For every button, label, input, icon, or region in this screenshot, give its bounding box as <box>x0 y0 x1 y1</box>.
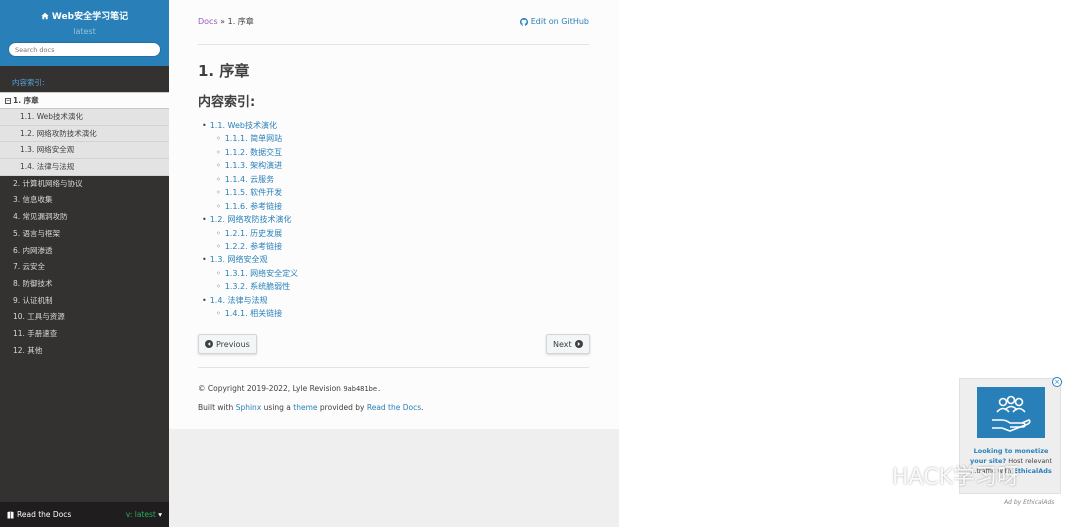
toc-subitem[interactable]: 1.4.1. 相关链接 <box>202 307 298 320</box>
sidebar-subitem[interactable]: 1.1. Web技术演化 <box>0 109 169 126</box>
sidebar-item-label: 1. 序章 <box>13 96 39 105</box>
toc-subitem[interactable]: 1.2.2. 参考链接 <box>202 240 298 253</box>
close-icon[interactable]: × <box>1052 377 1062 387</box>
sidebar-item[interactable]: 3. 信息收集 <box>0 192 169 209</box>
toc-subitem[interactable]: 1.2.1. 历史发展 <box>202 227 298 240</box>
revision-hash: 9ab481be. <box>343 385 382 393</box>
sphinx-link[interactable]: Sphinx <box>236 403 262 412</box>
github-label: Edit on GitHub <box>530 17 589 26</box>
ad-image[interactable] <box>977 387 1045 438</box>
sidebar-subitem[interactable]: 1.2. 网络攻防技术演化 <box>0 126 169 143</box>
project-title: Web安全学习笔记 <box>51 12 129 22</box>
built-with: Built with Sphinx using a theme provided… <box>198 403 424 412</box>
breadcrumb: Docs » 1. 序章 Edit on GitHub <box>198 16 589 27</box>
breadcrumb-docs-link[interactable]: Docs <box>198 17 218 26</box>
toc-list: 1.1. Web技术演化 1.1.1. 简单网站 1.1.2. 数据交互 1.1… <box>202 119 298 321</box>
sidebar: Web安全学习笔记 latest 内容索引: − 1. 序章 1.1. Web技… <box>0 0 169 527</box>
sidebar-item-current[interactable]: − 1. 序章 <box>0 92 169 109</box>
version-switcher[interactable]: Read the Docs v: latest ▾ <box>0 502 169 527</box>
toc-item[interactable]: 1.4. 法律与法规 <box>202 294 298 307</box>
previous-button[interactable]: Previous <box>198 334 257 354</box>
edit-on-github-link[interactable]: Edit on GitHub <box>519 16 589 27</box>
arrow-circle-left-icon <box>205 340 213 348</box>
toc-subitem[interactable]: 1.1.5. 软件开发 <box>202 186 298 199</box>
sidebar-subnav: 1.1. Web技术演化 1.2. 网络攻防技术演化 1.3. 网络安全观 1.… <box>0 109 169 176</box>
previous-label: Previous <box>216 339 250 349</box>
watermark: HACK学习呀 <box>848 459 1019 491</box>
ad-brand: EthicalAds <box>1013 467 1052 475</box>
divider <box>198 367 589 368</box>
toc-subitem[interactable]: 1.1.2. 数据交互 <box>202 146 298 159</box>
divider <box>198 44 589 45</box>
sidebar-item[interactable]: 9. 认证机制 <box>0 293 169 310</box>
wechat-icon <box>849 460 884 489</box>
breadcrumb-separator: » <box>220 17 226 26</box>
project-version: latest <box>73 27 96 36</box>
page-title: 1. 序章 <box>198 62 250 80</box>
nav-caption: 内容索引: <box>12 78 45 87</box>
toc-item[interactable]: 1.2. 网络攻防技术演化 <box>202 213 298 226</box>
caret-down-icon: ▾ <box>158 510 162 519</box>
sidebar-item[interactable]: 12. 其他 <box>0 343 169 360</box>
collapse-toggle-icon[interactable]: − <box>5 97 11 104</box>
sidebar-item[interactable]: 4. 常见漏洞攻防 <box>0 209 169 226</box>
current-version[interactable]: v: latest ▾ <box>126 510 162 519</box>
main-content: Docs » 1. 序章 Edit on GitHub 1. 序章 内容索引: … <box>169 0 619 429</box>
sidebar-item[interactable]: 6. 内网渗透 <box>0 243 169 260</box>
toc-subitem[interactable]: 1.1.3. 架构演进 <box>202 159 298 172</box>
arrow-circle-right-icon <box>574 340 583 348</box>
sidebar-item[interactable]: 10. 工具与资源 <box>0 309 169 326</box>
home-icon <box>41 12 49 19</box>
rtd-label: Read the Docs <box>17 510 72 519</box>
project-title-link[interactable]: Web安全学习笔记 <box>0 9 169 22</box>
toc-subitem[interactable]: 1.3.1. 网络安全定义 <box>202 267 298 280</box>
sidebar-header: Web安全学习笔记 latest <box>0 0 169 66</box>
rtd-badge: Read the Docs <box>7 510 71 519</box>
toc-subitem[interactable]: 1.1.4. 云服务 <box>202 173 298 186</box>
toc-item[interactable]: 1.1. Web技术演化 <box>202 119 298 132</box>
theme-link[interactable]: theme <box>293 403 317 412</box>
sidebar-item[interactable]: 11. 手册速查 <box>0 326 169 343</box>
sidebar-subitem[interactable]: 1.3. 网络安全观 <box>0 142 169 160</box>
copyright: © Copyright 2019-2022, Lyle Revision 9ab… <box>198 384 382 393</box>
people-hand-icon <box>992 395 1031 432</box>
next-button[interactable]: Next <box>546 334 590 354</box>
toc-subitem[interactable]: 1.3.2. 系统脆弱性 <box>202 280 298 293</box>
sidebar-item[interactable]: 7. 云安全 <box>0 259 169 276</box>
github-icon <box>519 17 528 26</box>
sidebar-item[interactable]: 5. 语言与框架 <box>0 226 169 243</box>
watermark-text: HACK学习呀 <box>892 465 1019 490</box>
ad-attribution[interactable]: Ad by EthicalAds <box>1004 499 1054 506</box>
search-input[interactable] <box>8 42 161 57</box>
sidebar-subitem[interactable]: 1.4. 法律与法规 <box>0 159 169 176</box>
sidebar-item[interactable]: 2. 计算机网络与协议 <box>0 176 169 193</box>
sidebar-item[interactable]: 8. 防御技术 <box>0 276 169 293</box>
section-heading: 内容索引: <box>198 95 256 110</box>
breadcrumb-current: 1. 序章 <box>227 17 254 26</box>
content-bottom-background <box>169 429 619 527</box>
toc-item[interactable]: 1.3. 网络安全观 <box>202 253 298 266</box>
version-label: v: latest <box>125 510 156 519</box>
toc-subitem[interactable]: 1.1.1. 简单网站 <box>202 132 298 145</box>
toc-subitem[interactable]: 1.1.6. 参考链接 <box>202 200 298 213</box>
read-the-docs-link[interactable]: Read the Docs <box>367 403 421 412</box>
next-label: Next <box>553 339 572 349</box>
book-icon <box>7 511 14 518</box>
